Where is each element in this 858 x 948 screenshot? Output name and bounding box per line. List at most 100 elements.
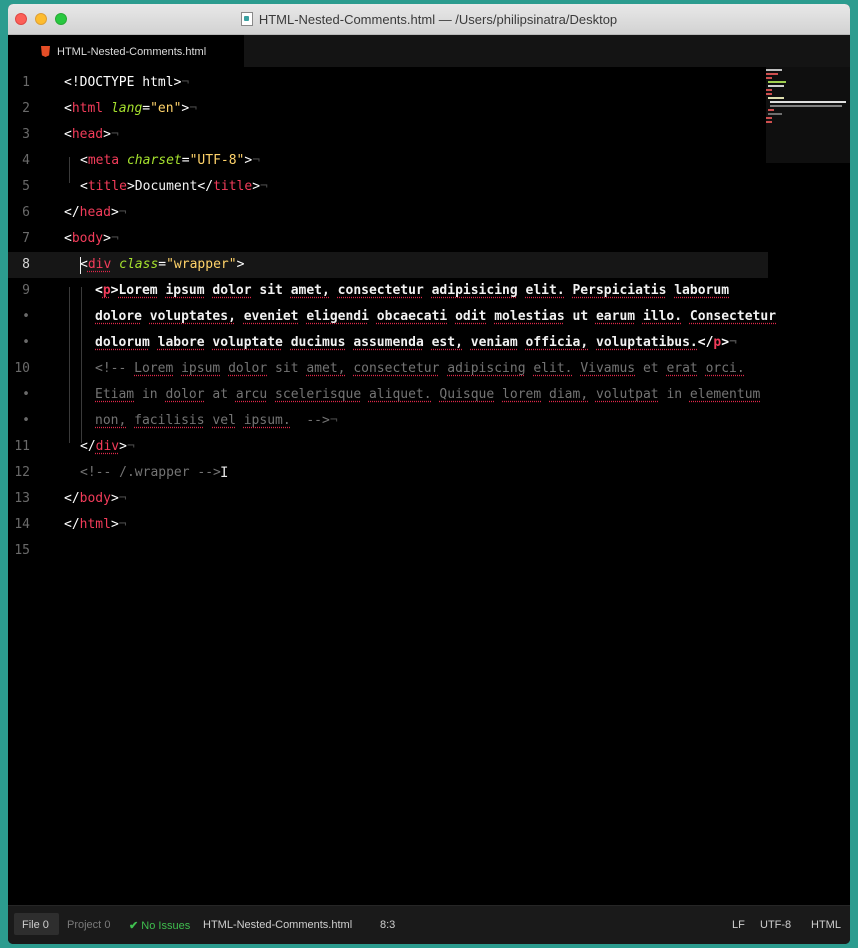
window-title: HTML-Nested-Comments.html — /Users/phili… [258, 12, 618, 27]
attribute-value: "wrapper" [166, 257, 237, 272]
paragraph-word: dolore [95, 309, 142, 324]
comment-word: consectetur [353, 361, 440, 376]
comment-word: vel [212, 413, 236, 428]
title-text: Document [134, 179, 198, 194]
code-line-10-wrap-2: • non, facilisis vel ipsum. -->¬ [8, 408, 768, 434]
line-number: 14 [14, 517, 30, 532]
paragraph-word: illo. [642, 309, 683, 324]
document-icon [240, 12, 253, 26]
code-line-1: 1 <!DOCTYPE html>¬ [8, 70, 768, 96]
paragraph-word: earum [595, 309, 636, 324]
code-line-9-wrap-2: • dolorum labore voluptate ducimus assum… [8, 330, 768, 356]
line-number: 3 [22, 127, 30, 142]
paragraph-word: eveniet [243, 309, 299, 324]
paragraph-word: obcaecati [376, 309, 448, 324]
attribute-name: charset [126, 153, 182, 168]
eol-marker: ¬ [181, 75, 190, 90]
eol-marker: ¬ [118, 517, 127, 532]
comment-word: ipsum. [243, 413, 291, 428]
comment-word: Etiam [95, 387, 135, 402]
line-number: 5 [22, 179, 30, 194]
line-number: 13 [14, 491, 30, 506]
comment-word: scelerisque [275, 387, 362, 402]
wrap-marker: • [22, 413, 30, 428]
comment-word: et [642, 361, 659, 376]
comment-word: Vivamus [580, 361, 636, 376]
project-issues-tab[interactable]: Project 0 [67, 919, 110, 931]
tab-html-nested-comments[interactable]: HTML-Nested-Comments.html [8, 35, 244, 67]
doctype-declaration: <!DOCTYPE html> [64, 75, 182, 90]
minimap[interactable] [766, 67, 850, 167]
eol-marker: ¬ [118, 491, 127, 506]
paragraph-word: consectetur [337, 283, 424, 298]
comment-word: erat [666, 361, 698, 376]
attribute-value: "en" [150, 101, 182, 116]
code-text: <meta charset="UTF-8">¬ [80, 153, 261, 168]
paragraph-word: sit [259, 283, 283, 298]
eol-marker: ¬ [110, 231, 119, 246]
code-text: <title>Document</title>¬ [80, 179, 268, 194]
paragraph-word: eligendi [306, 309, 369, 324]
code-text: Etiam in dolor at arcu scelerisque aliqu… [95, 382, 760, 408]
line-number: 12 [14, 465, 30, 480]
tag-name: body [79, 491, 111, 506]
grammar-selector[interactable]: HTML [811, 919, 841, 931]
paragraph-word: dolor [212, 283, 252, 298]
paragraph-word: est, [431, 335, 463, 350]
status-filename[interactable]: HTML-Nested-Comments.html [203, 919, 352, 931]
linter-status[interactable]: ✔ No Issues [129, 919, 190, 932]
paragraph-word: officia, [525, 335, 589, 350]
editor-window: HTML-Nested-Comments.html — /Users/phili… [8, 4, 850, 944]
code-text: non, facilisis vel ipsum. -->¬ [95, 408, 338, 434]
line-number: 4 [22, 153, 30, 168]
paragraph-word: veniam [470, 335, 518, 350]
linter-status-label: No Issues [141, 920, 191, 932]
tag-name: meta [87, 153, 120, 168]
code-line-8: 8 <div class="wrapper"> [8, 252, 768, 278]
tag-name: html [71, 101, 104, 116]
title-bar: HTML-Nested-Comments.html — /Users/phili… [8, 4, 850, 35]
line-number: 15 [14, 543, 30, 558]
comment-word: facilisis [134, 413, 205, 428]
paragraph-word: elit. [525, 283, 565, 298]
minimap-visible-region[interactable] [766, 67, 850, 163]
comment-word: Lorem [134, 361, 174, 376]
cursor-position[interactable]: 8:3 [380, 919, 395, 931]
paragraph-word: dolorum [95, 335, 150, 350]
paragraph-word: Perspiciatis [572, 283, 667, 298]
eol-marker: ¬ [110, 127, 119, 142]
text-cursor [80, 257, 81, 274]
paragraph-word: Consectetur [689, 309, 777, 324]
project-label: Project [67, 919, 102, 931]
code-line-11: 11 </div>¬ [8, 434, 768, 460]
line-ending-selector[interactable]: LF [732, 919, 745, 931]
comment-word: sit [275, 361, 299, 376]
tab-bar: HTML-Nested-Comments.html [8, 35, 850, 67]
project-issue-count: 0 [104, 919, 111, 931]
code-line-2: 2 <html lang="en">¬ [8, 96, 768, 122]
wrap-marker: • [22, 335, 30, 350]
tag-name: title [87, 179, 127, 194]
paragraph-word: odit [455, 309, 487, 324]
paragraph-word: laborum [674, 283, 730, 298]
comment-word: elementum [689, 387, 761, 402]
code-line-13: 13 </body>¬ [8, 486, 768, 512]
code-text: <!-- Lorem ipsum dolor sit amet, consect… [95, 356, 745, 382]
comment-word: adipiscing [447, 361, 526, 376]
html5-icon [41, 46, 50, 57]
code-line-9: 9 <p>Lorem ipsum dolor sit amet, consect… [8, 278, 768, 304]
encoding-selector[interactable]: UTF-8 [760, 919, 791, 931]
file-issues-tab[interactable]: File 0 [22, 919, 49, 931]
tab-label: HTML-Nested-Comments.html [57, 46, 207, 58]
wrap-marker: • [22, 309, 30, 324]
comment-open: <!-- [95, 361, 127, 376]
code-text: dolorum labore voluptate ducimus assumen… [95, 335, 737, 350]
comment-word: aliquet. [368, 387, 432, 402]
code-text: <body>¬ [64, 231, 119, 246]
code-text: <div class="wrapper"> [80, 257, 245, 272]
paragraph-word: voluptate [212, 335, 283, 350]
comment-word: diam, [549, 387, 589, 402]
code-editor[interactable]: 1 <!DOCTYPE html>¬ 2 <html lang="en">¬ 3… [8, 67, 850, 905]
code-text: </html>¬ [64, 517, 127, 532]
tag-name: div [87, 257, 112, 272]
